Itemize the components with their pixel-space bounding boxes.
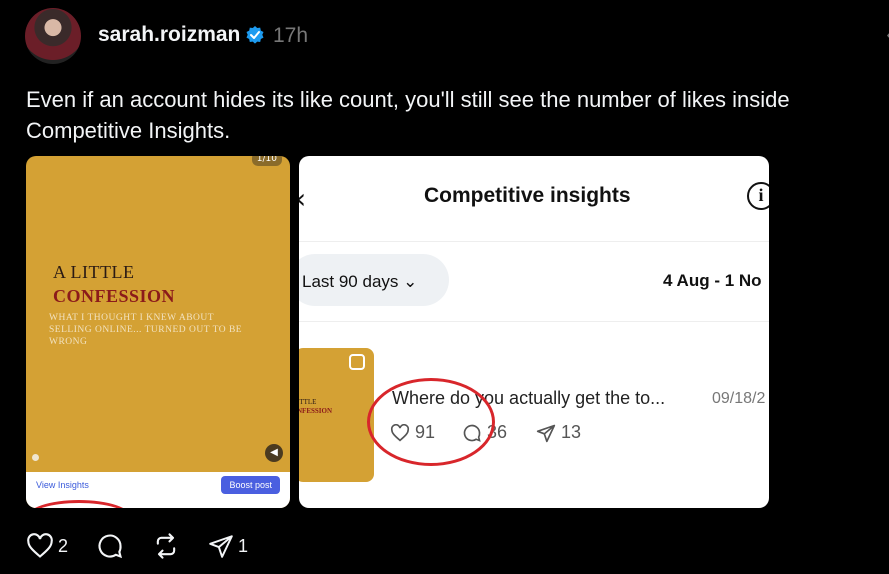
mute-icon[interactable]: ◀: [265, 444, 283, 462]
verified-badge-icon: [246, 26, 264, 44]
action-bar: 2 1: [26, 531, 276, 561]
thumbnail-text: NFESSION: [299, 407, 333, 415]
repost-button[interactable]: [152, 532, 180, 560]
insight-shares: 13: [536, 422, 581, 443]
reply-button[interactable]: [96, 532, 124, 560]
repost-icon: [156, 533, 176, 559]
insights-title: Competitive insights: [424, 184, 631, 207]
share-button[interactable]: 1: [208, 533, 248, 559]
boost-post-button[interactable]: Boost post: [221, 476, 280, 494]
divider: [299, 321, 769, 322]
carousel-icon: [349, 354, 365, 370]
post-time: 17h: [273, 24, 309, 47]
post-caption: Even if an account hides its like count,…: [26, 87, 790, 143]
post-thumbnail: ITTLE NFESSION: [299, 348, 374, 482]
range-label: Last 90 days ⌄: [302, 272, 418, 291]
username[interactable]: sarah.roizman: [98, 23, 240, 47]
shares-count: 13: [561, 422, 582, 442]
like-count: 2: [58, 535, 69, 556]
like-button[interactable]: 2: [26, 533, 68, 559]
insight-post-date: 09/18/2: [712, 390, 766, 407]
comment-icon: [98, 534, 123, 559]
thumbnail-text: ITTLE: [299, 398, 317, 406]
image-title-line2: CONFESSION: [53, 286, 176, 306]
highlight-circle: [367, 378, 495, 466]
send-icon: [209, 535, 233, 558]
heart-icon: [27, 533, 53, 558]
page-indicator: 1/10: [251, 156, 282, 166]
post-image-1[interactable]: 1/10 A LITTLE CONFESSION WHAT I THOUGHT …: [26, 156, 290, 508]
indicator-dot: [32, 454, 39, 461]
back-icon: ‹: [299, 182, 306, 215]
post-image-2[interactable]: ‹ Competitive insights i Last 90 days ⌄ …: [299, 156, 769, 508]
image-subtitle: WHAT I THOUGHT I KNEW ABOUT SELLING ONLI…: [49, 313, 243, 347]
info-icon: i: [747, 182, 769, 210]
avatar[interactable]: [25, 8, 81, 64]
image-title-line1: A LITTLE: [53, 262, 135, 282]
share-count: 1: [238, 535, 249, 556]
view-insights-link[interactable]: View Insights: [36, 480, 89, 490]
divider: [299, 241, 769, 242]
date-range: 4 Aug - 1 No: [663, 271, 762, 290]
share-icon: [536, 424, 556, 442]
